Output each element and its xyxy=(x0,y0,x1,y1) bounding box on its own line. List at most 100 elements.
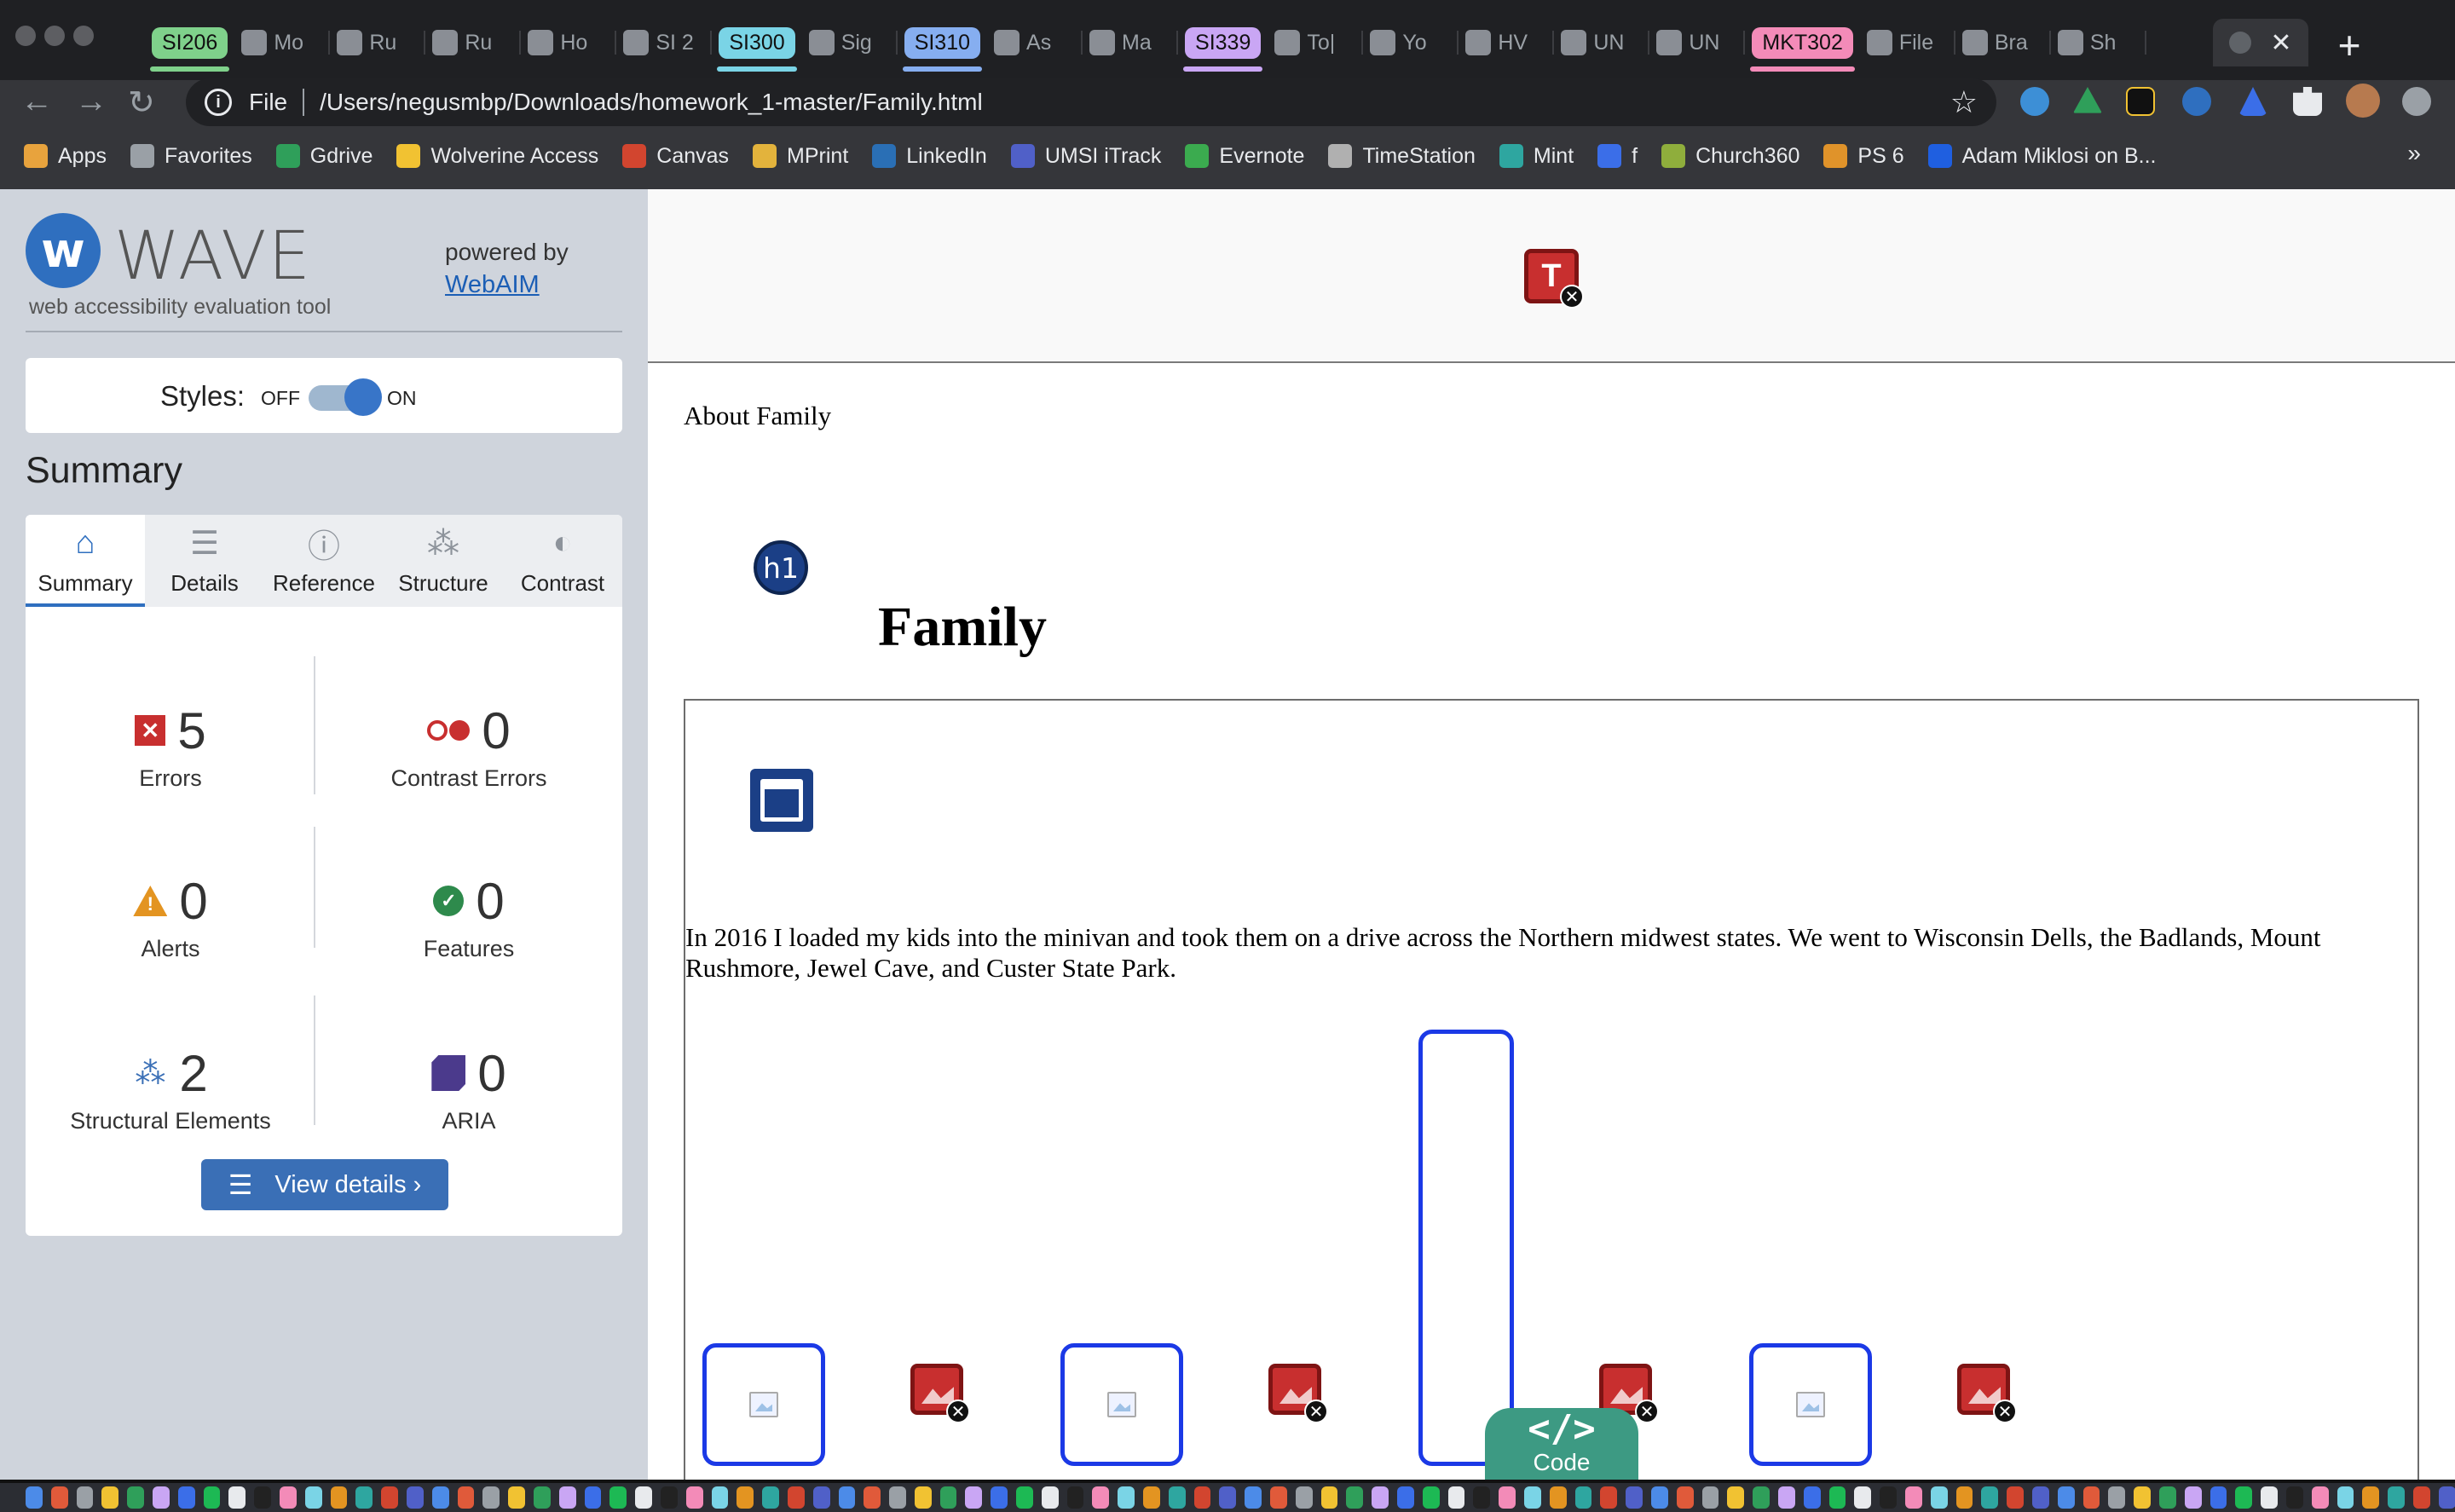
bookmark-item[interactable]: PS 6 xyxy=(1823,144,1904,169)
dock-app-icon[interactable] xyxy=(558,1486,576,1509)
browser-tab[interactable]: To| xyxy=(1268,19,1364,66)
bookmark-item[interactable]: Evernote xyxy=(1185,144,1304,169)
dock-app-icon[interactable] xyxy=(1143,1486,1160,1509)
tab-group-chip[interactable]: MKT302 xyxy=(1752,26,1853,59)
bookmark-item[interactable]: f xyxy=(1597,144,1638,169)
dock-app-icon[interactable] xyxy=(2412,1486,2430,1509)
dock-app-icon[interactable] xyxy=(1270,1486,1287,1509)
dock-app-icon[interactable] xyxy=(1626,1486,1643,1509)
webaim-link[interactable]: WebAIM xyxy=(445,271,540,299)
dock-app-icon[interactable] xyxy=(2057,1486,2075,1509)
dock-app-icon[interactable] xyxy=(279,1486,297,1509)
tab-group-chip[interactable]: SI339 xyxy=(1185,26,1262,59)
bookmark-item[interactable]: MPrint xyxy=(753,144,848,169)
dock-app-icon[interactable] xyxy=(1016,1486,1033,1509)
dock-app-icon[interactable] xyxy=(1397,1486,1414,1509)
dock-app-icon[interactable] xyxy=(2362,1486,2380,1509)
features-stat[interactable]: ✓ 0 Features xyxy=(341,871,597,962)
dock-app-icon[interactable] xyxy=(2311,1486,2329,1509)
browser-tab[interactable]: MKT302 xyxy=(1745,19,1859,72)
dock-app-icon[interactable] xyxy=(2082,1486,2100,1509)
dock-app-icon[interactable] xyxy=(2337,1486,2354,1509)
dock-app-icon[interactable] xyxy=(635,1486,652,1509)
dock-app-icon[interactable] xyxy=(127,1486,144,1509)
dock-app-icon[interactable] xyxy=(1828,1486,1846,1509)
tab-group-chip[interactable]: SI310 xyxy=(904,26,981,59)
dock-app-icon[interactable] xyxy=(1574,1486,1592,1509)
dock-app-icon[interactable] xyxy=(533,1486,551,1509)
tab-reference[interactable]: ⓘ Reference xyxy=(264,515,384,607)
tab-close-icon[interactable]: ✕ xyxy=(2270,28,2291,58)
dock-app-icon[interactable] xyxy=(177,1486,195,1509)
dock-app-icon[interactable] xyxy=(584,1486,602,1509)
bookmark-item[interactable]: Wolverine Access xyxy=(396,144,598,169)
dock-app-icon[interactable] xyxy=(1473,1486,1491,1509)
dock-app-icon[interactable] xyxy=(1041,1486,1059,1509)
bookmark-item[interactable]: Canvas xyxy=(622,144,729,169)
update-icon[interactable] xyxy=(2402,87,2431,116)
dock-app-icon[interactable] xyxy=(1981,1486,1999,1509)
code-toggle-button[interactable]: </> Code xyxy=(1485,1408,1638,1483)
section-structure-icon[interactable] xyxy=(750,769,813,832)
dock-app-icon[interactable] xyxy=(864,1486,881,1509)
dock-app-icon[interactable] xyxy=(2007,1486,2024,1509)
dock-app-icon[interactable] xyxy=(101,1486,119,1509)
dock-app-icon[interactable] xyxy=(1295,1486,1313,1509)
dock-app-icon[interactable] xyxy=(355,1486,373,1509)
dock-app-icon[interactable] xyxy=(1753,1486,1770,1509)
browser-tab[interactable]: File xyxy=(1860,19,1955,66)
browser-tab[interactable]: Sh xyxy=(2051,19,2146,66)
dock-app-icon[interactable] xyxy=(1701,1486,1719,1509)
bookmark-item[interactable]: Church360 xyxy=(1661,144,1799,169)
dock-app-icon[interactable] xyxy=(2285,1486,2303,1509)
dock-app-icon[interactable] xyxy=(2261,1486,2278,1509)
forward-button[interactable]: → xyxy=(75,84,107,120)
image-outline[interactable] xyxy=(1060,1343,1183,1466)
tab-group-chip[interactable]: SI206 xyxy=(152,26,228,59)
dock-app-icon[interactable] xyxy=(1880,1486,1897,1509)
dock-app-icon[interactable] xyxy=(1651,1486,1668,1509)
dock-app-icon[interactable] xyxy=(1372,1486,1389,1509)
dock-app-icon[interactable] xyxy=(787,1486,805,1509)
dock-app-icon[interactable] xyxy=(431,1486,449,1509)
active-tab[interactable]: ✕ xyxy=(2213,19,2308,66)
dock-app-icon[interactable] xyxy=(2158,1486,2176,1509)
dock-app-icon[interactable] xyxy=(1320,1486,1338,1509)
browser-tab[interactable]: Ru xyxy=(425,19,522,66)
browser-tab[interactable]: Sig xyxy=(802,19,898,66)
dock-app-icon[interactable] xyxy=(1930,1486,1948,1509)
dock-app-icon[interactable] xyxy=(1854,1486,1872,1509)
browser-tab[interactable]: Mo xyxy=(234,19,331,66)
dock-app-icon[interactable] xyxy=(838,1486,856,1509)
dock-app-icon[interactable] xyxy=(457,1486,475,1509)
dock-app-icon[interactable] xyxy=(660,1486,678,1509)
dock-app-icon[interactable] xyxy=(381,1486,398,1509)
extension-bookmark-icon[interactable] xyxy=(2126,87,2155,116)
dock-app-icon[interactable] xyxy=(254,1486,271,1509)
image-outline[interactable] xyxy=(1749,1343,1872,1466)
dock-app-icon[interactable] xyxy=(939,1486,957,1509)
address-bar[interactable]: i File /Users/negusmbp/Downloads/homewor… xyxy=(186,78,1996,126)
image-outline[interactable] xyxy=(702,1343,825,1466)
url-text[interactable]: /Users/negusmbp/Downloads/homework_1-mas… xyxy=(320,89,983,116)
dock-app-icon[interactable] xyxy=(1118,1486,1135,1509)
bookmark-item[interactable]: Mint xyxy=(1499,144,1574,169)
browser-tab[interactable]: SI206 xyxy=(145,19,234,72)
dock-app-icon[interactable] xyxy=(609,1486,627,1509)
extension-wave-icon[interactable] xyxy=(2182,87,2211,116)
aria-stat[interactable]: 0 ARIA xyxy=(341,1043,597,1134)
dock-app-icon[interactable] xyxy=(304,1486,322,1509)
dock-app-icon[interactable] xyxy=(76,1486,94,1509)
dock-app-icon[interactable] xyxy=(1245,1486,1262,1509)
dock-app-icon[interactable] xyxy=(991,1486,1008,1509)
browser-tab[interactable]: UN xyxy=(1649,19,1746,66)
new-tab-button[interactable]: + xyxy=(2329,22,2370,68)
styles-toggle-knob[interactable] xyxy=(344,378,382,416)
dock-app-icon[interactable] xyxy=(1904,1486,1922,1509)
dock-app-icon[interactable] xyxy=(1422,1486,1440,1509)
structural-stat[interactable]: ⁂ 2 Structural Elements xyxy=(43,1043,298,1134)
bookmark-star-icon[interactable]: ☆ xyxy=(1950,84,1978,120)
dock-app-icon[interactable] xyxy=(762,1486,779,1509)
dock-app-icon[interactable] xyxy=(2235,1486,2253,1509)
browser-tab[interactable]: As xyxy=(987,19,1083,66)
